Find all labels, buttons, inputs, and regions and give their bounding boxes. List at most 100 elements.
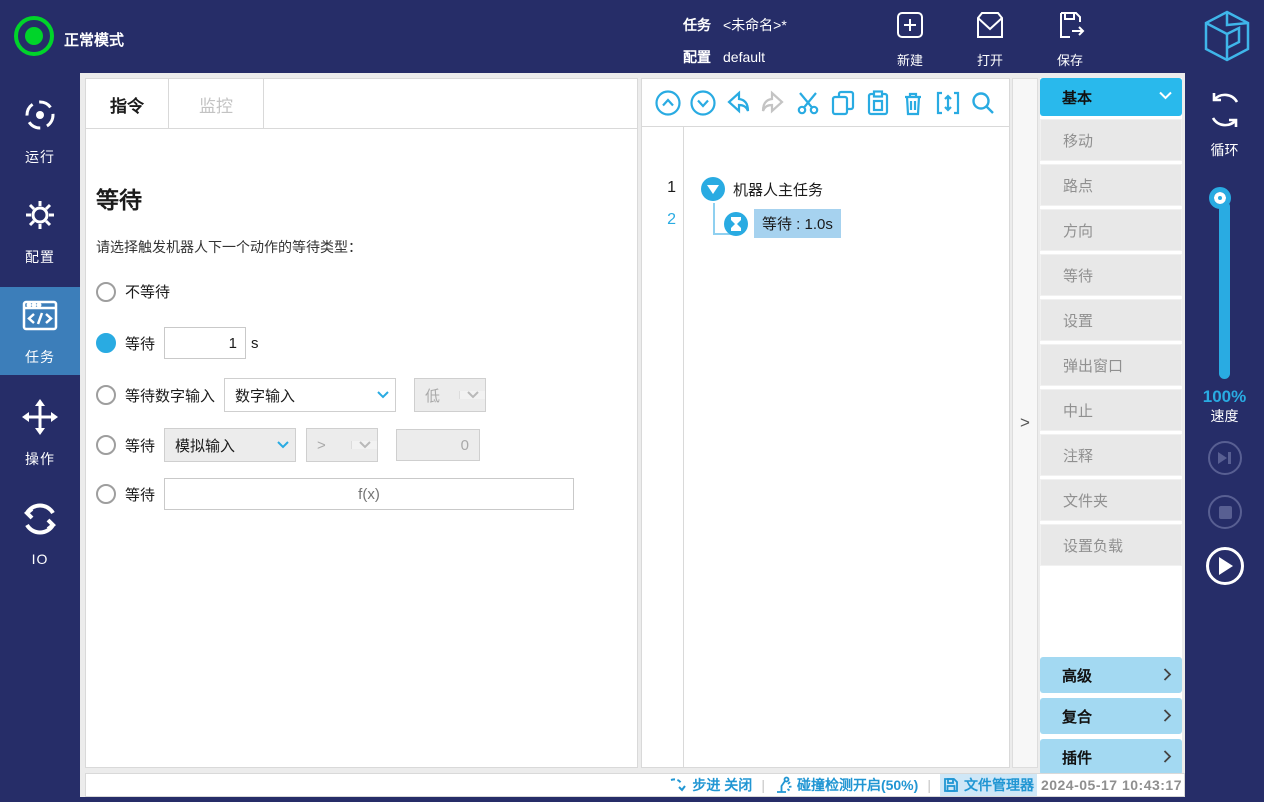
instr-item-move[interactable]: 移动 bbox=[1040, 119, 1182, 161]
open-task-button[interactable]: 打开 bbox=[959, 8, 1021, 69]
option-wait-digital-label: 等待数字输入 bbox=[125, 387, 216, 405]
option-wait-digital-input: 等待数字输入 数字输入 低 bbox=[96, 378, 487, 412]
sidebar-item-operate[interactable]: 操作 bbox=[0, 389, 80, 477]
status-separator: | bbox=[927, 777, 931, 793]
instr-item-waypoint[interactable]: 路点 bbox=[1040, 164, 1182, 206]
hourglass-icon bbox=[724, 211, 748, 236]
paste-icon[interactable] bbox=[864, 89, 892, 117]
file-manager-label: 文件管理器 bbox=[963, 777, 1034, 793]
speed-slider-knob[interactable] bbox=[1209, 187, 1231, 209]
radio-no-wait[interactable] bbox=[96, 281, 116, 302]
instr-item-wait[interactable]: 等待 bbox=[1040, 254, 1182, 296]
step-mode-toggle[interactable]: 步进 关闭 bbox=[669, 775, 752, 795]
speed-label: 速度 bbox=[1210, 408, 1239, 424]
chevron-right-icon bbox=[1163, 668, 1172, 681]
analog-input-select[interactable]: 模拟输入 bbox=[164, 428, 297, 462]
panel-expand-handle[interactable]: > bbox=[1012, 78, 1038, 768]
move-down-icon[interactable] bbox=[689, 89, 717, 117]
option-no-wait: 不等待 bbox=[96, 281, 170, 302]
undo-icon[interactable] bbox=[724, 89, 752, 117]
loop-mode-button[interactable]: 循环 bbox=[1185, 89, 1264, 160]
tree-row-main-task[interactable]: 机器人主任务 bbox=[701, 177, 823, 201]
radio-wait-analog[interactable] bbox=[96, 435, 116, 455]
status-dot bbox=[25, 27, 43, 45]
save-task-button[interactable]: 保存 bbox=[1039, 8, 1101, 69]
move-up-icon[interactable] bbox=[654, 89, 682, 117]
collision-robot-icon bbox=[776, 776, 792, 793]
sidebar-item-task[interactable]: 任务 bbox=[0, 287, 80, 375]
file-manager-icon bbox=[944, 778, 958, 792]
instr-item-set[interactable]: 设置 bbox=[1040, 299, 1182, 341]
option-wait-time-label: 等待 bbox=[125, 335, 156, 353]
run-label: 运行 bbox=[25, 149, 55, 165]
gear-icon bbox=[20, 195, 60, 240]
robot-status-indicator bbox=[14, 16, 54, 56]
group-plugin-header[interactable]: 插件 bbox=[1040, 739, 1182, 775]
status-separator: | bbox=[761, 777, 765, 793]
tree-body: 1 2 机器人主任务 等待 : 1.0s bbox=[642, 127, 1009, 767]
status-bar: 步进 关闭 | 碰撞检测开启(50%) | 文件管理器 2024-05-17 1… bbox=[85, 773, 1185, 797]
copy-icon[interactable] bbox=[829, 89, 857, 117]
tree-row-wait[interactable]: 等待 : 1.0s bbox=[724, 209, 841, 238]
speed-slider-track[interactable] bbox=[1219, 201, 1230, 379]
tree-toolbar bbox=[642, 79, 1009, 127]
option-no-wait-label: 不等待 bbox=[125, 284, 171, 301]
line-number: 2 bbox=[667, 211, 676, 228]
left-nav-sidebar: 运行 配置 任务 操作 IO bbox=[0, 73, 80, 802]
chevron-right-icon bbox=[1163, 709, 1172, 722]
expression-input[interactable] bbox=[164, 478, 575, 510]
loop-icon bbox=[1211, 93, 1238, 127]
new-file-icon bbox=[893, 8, 927, 47]
sidebar-item-run[interactable]: 运行 bbox=[0, 87, 80, 175]
group-advanced-header[interactable]: 高级 bbox=[1040, 657, 1182, 693]
play-button[interactable] bbox=[1206, 547, 1244, 585]
option-wait-expression-label: 等待 bbox=[125, 486, 156, 504]
new-task-button[interactable]: 新建 bbox=[879, 8, 941, 69]
chevron-down-icon bbox=[459, 391, 486, 399]
io-swap-icon bbox=[20, 499, 60, 544]
instr-item-abort[interactable]: 中止 bbox=[1040, 389, 1182, 431]
delete-icon[interactable] bbox=[899, 89, 927, 117]
instruction-palette: 基本 移动 路点 方向 等待 设置 弹出窗口 中止 注释 文件夹 设置负载 高级… bbox=[1040, 78, 1182, 775]
group-basic-label: 基本 bbox=[1062, 89, 1093, 107]
wait-command-panel: 指令 监控 等待 请选择触发机器人下一个动作的等待类型： 不等待 等待 s 等待… bbox=[85, 78, 638, 768]
instr-item-comment[interactable]: 注释 bbox=[1040, 434, 1182, 476]
digital-input-select[interactable]: 数字输入 bbox=[224, 378, 397, 412]
radio-wait-time[interactable] bbox=[96, 333, 116, 353]
sidebar-item-io[interactable]: IO bbox=[0, 489, 80, 577]
insert-icon[interactable] bbox=[934, 89, 962, 117]
clock-timestamp: 2024-05-17 10:43:17 bbox=[1040, 777, 1182, 793]
program-tree-panel: 1 2 机器人主任务 等待 : 1.0s bbox=[641, 78, 1010, 768]
instr-item-folder[interactable]: 文件夹 bbox=[1040, 479, 1182, 521]
radio-wait-expression[interactable] bbox=[96, 484, 116, 504]
loop-label: 循环 bbox=[1210, 142, 1239, 158]
instr-item-set-payload[interactable]: 设置负载 bbox=[1040, 524, 1182, 566]
group-basic-header[interactable]: 基本 bbox=[1040, 78, 1182, 116]
group-composite-header[interactable]: 复合 bbox=[1040, 698, 1182, 734]
form-description: 请选择触发机器人下一个动作的等待类型： bbox=[96, 239, 362, 255]
wait-seconds-input[interactable] bbox=[164, 327, 247, 359]
stop-button[interactable] bbox=[1208, 495, 1242, 529]
brand-logo-icon bbox=[1198, 6, 1256, 66]
file-manager-button[interactable]: 文件管理器 bbox=[939, 774, 1037, 796]
comparator-select[interactable]: > bbox=[306, 428, 379, 462]
cut-icon[interactable] bbox=[794, 89, 822, 117]
comparator-select-value: > bbox=[317, 436, 326, 454]
search-icon[interactable] bbox=[969, 89, 997, 117]
redo-icon[interactable] bbox=[759, 89, 787, 117]
tab-monitor[interactable]: 监控 bbox=[169, 79, 264, 129]
instr-item-direction[interactable]: 方向 bbox=[1040, 209, 1182, 251]
digital-level-select[interactable]: 低 bbox=[414, 378, 487, 412]
collision-detection-status[interactable]: 碰撞检测开启(50%) bbox=[774, 775, 918, 795]
config-meta: 配置 default bbox=[683, 47, 765, 67]
radio-wait-digital[interactable] bbox=[96, 385, 116, 405]
sidebar-item-config[interactable]: 配置 bbox=[0, 187, 80, 275]
step-next-button[interactable] bbox=[1208, 441, 1242, 475]
instr-item-popup[interactable]: 弹出窗口 bbox=[1040, 344, 1182, 386]
chevron-down-icon bbox=[351, 441, 378, 449]
seconds-unit-label: s bbox=[251, 334, 259, 352]
expand-node-icon[interactable] bbox=[701, 177, 725, 201]
tab-command[interactable]: 指令 bbox=[86, 79, 169, 129]
analog-threshold-input[interactable] bbox=[396, 429, 481, 461]
right-control-sidebar: 循环 100% 速度 bbox=[1185, 73, 1264, 802]
